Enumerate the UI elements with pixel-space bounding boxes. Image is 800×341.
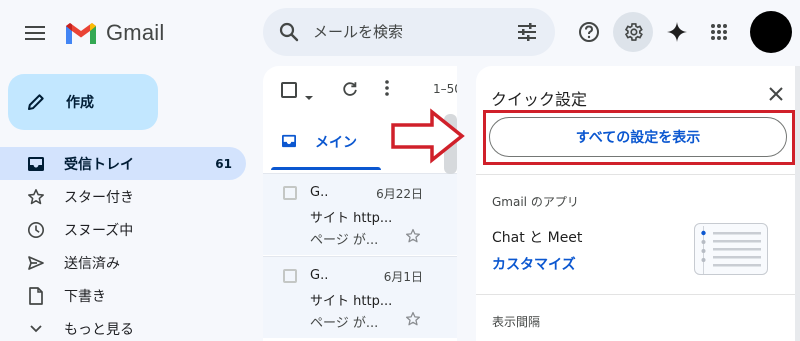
tab-primary-label: メイン [315,135,357,151]
unread-count: 61 [215,156,232,171]
row-checkbox[interactable] [283,269,297,283]
apps-section-heading: Gmail のアプリ [492,195,579,209]
google-apps-button[interactable] [699,12,739,52]
quick-settings-panel: クイック設定 すべての設定を表示 Gmail のアプリ Chat と Meet … [476,66,800,341]
star-icon[interactable] [405,311,421,331]
inbox-icon [281,133,297,152]
select-all-checkbox[interactable] [281,82,297,98]
main-menu-icon[interactable] [22,20,48,46]
email-snippet: ページ が... [310,316,379,331]
compose-label: 作成 [66,95,94,111]
email-subject: サイト http... [310,211,393,226]
help-icon [579,22,599,42]
email-sender: G.. [310,268,329,283]
sidebar-item-label: もっと見る [64,321,134,338]
email-date: 6月22日 [376,187,423,201]
layout-preview-thumbnail [694,223,768,275]
sidebar-item-starred[interactable]: スター付き [0,180,246,213]
search-input[interactable] [313,23,515,41]
sidebar-nav: 受信トレイ 61 スター付き スヌーズ中 送信済み 下書き もっと見る [0,147,246,341]
sidebar-item-label: スター付き [64,189,134,206]
settings-button[interactable] [613,12,653,52]
sidebar-item-drafts[interactable]: 下書き [0,279,246,312]
sidebar-item-label: スヌーズ中 [64,222,134,239]
gear-icon [624,23,643,41]
email-sender: G.. [310,185,329,200]
more-options-icon[interactable] [385,80,389,100]
search-options-icon[interactable] [515,20,539,44]
email-subject: サイト http... [310,294,393,309]
divider [476,294,800,295]
sidebar-item-sent[interactable]: 送信済み [0,246,246,279]
gmail-m-icon [66,23,96,44]
clock-icon [26,220,46,240]
logo-text: Gmail [106,20,165,45]
sidebar-item-label: 下書き [64,288,106,305]
draft-icon [26,286,46,306]
apps-grid-icon [711,24,727,40]
sidebar-item-inbox[interactable]: 受信トレイ 61 [0,147,246,180]
search-bar[interactable] [263,8,555,56]
active-tab-indicator [271,167,381,170]
gemini-button[interactable] [657,12,697,52]
chat-meet-label: Chat と Meet [492,230,583,246]
refresh-icon[interactable] [341,80,359,102]
pencil-icon [28,94,44,110]
star-icon [26,187,46,207]
sidebar-item-snoozed[interactable]: スヌーズ中 [0,213,246,246]
select-dropdown-icon[interactable] [304,86,314,105]
customize-link[interactable]: カスタマイズ [492,254,576,274]
search-icon[interactable] [277,20,301,44]
send-icon [26,253,46,273]
account-avatar[interactable] [750,11,792,53]
email-date: 6月1日 [383,270,423,284]
density-section-heading: 表示間隔 [492,315,541,329]
email-snippet: ページ が... [310,233,379,248]
email-row[interactable]: G.. 6月22日 サイト http... ページ が... [263,173,457,255]
sidebar-item-label: 受信トレイ [64,156,134,173]
quick-settings-scrollbar[interactable] [795,66,800,341]
close-icon[interactable] [764,82,788,106]
compose-button[interactable]: 作成 [8,74,158,130]
page-range: 1–50 [433,82,457,96]
quick-settings-title: クイック設定 [491,90,588,109]
sidebar-item-label: 送信済み [64,255,120,272]
gmail-logo[interactable]: Gmail [64,16,164,50]
help-button[interactable] [569,12,609,52]
email-row[interactable]: G.. 6月1日 サイト http... ページ が... [263,256,457,338]
inbox-icon [26,154,46,174]
sparkle-icon [667,22,687,42]
see-all-settings-button[interactable]: すべての設定を表示 [489,117,787,157]
sidebar-item-more[interactable]: もっと見る [0,312,246,341]
annotation-arrow-icon [391,108,465,164]
divider [476,174,800,175]
tab-primary[interactable]: メイン [263,114,381,170]
star-icon[interactable] [405,228,421,248]
row-checkbox[interactable] [283,186,297,200]
chevron-down-icon [26,319,46,339]
